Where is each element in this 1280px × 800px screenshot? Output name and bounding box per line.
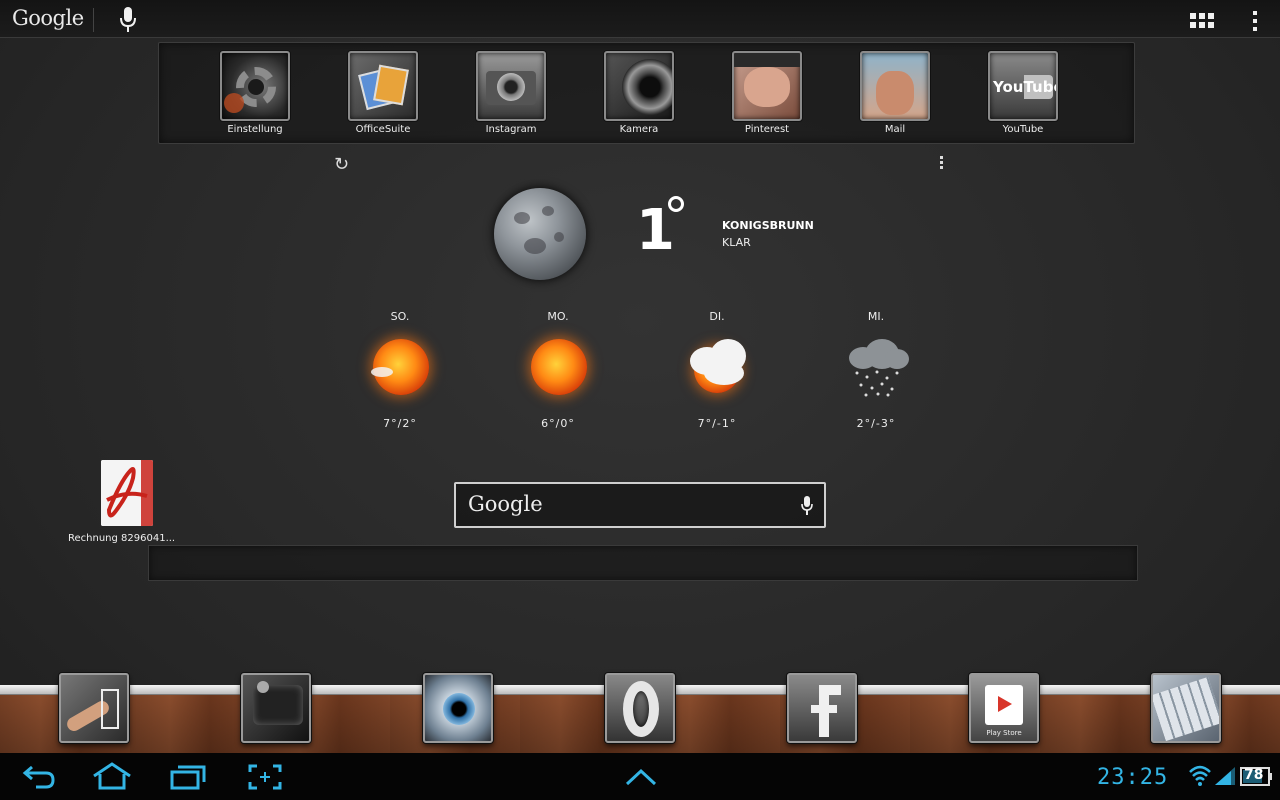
- app-instagram[interactable]: Instagram: [463, 51, 559, 135]
- snow-cloud-icon: [843, 333, 909, 399]
- opera-icon[interactable]: [605, 673, 675, 743]
- app-officesuite[interactable]: OfficeSuite: [335, 51, 431, 135]
- play-store-label: Play Store: [986, 729, 1022, 737]
- instagram-camera-icon: [476, 51, 546, 121]
- top-bar: Google: [0, 0, 1280, 38]
- forecast-day-name: MO.: [547, 310, 569, 323]
- home-icon[interactable]: [91, 762, 133, 790]
- google-search-widget[interactable]: Google: [454, 482, 826, 528]
- play-store-icon[interactable]: Play Store: [969, 673, 1039, 743]
- forecast-day: SO. 7°/2°: [350, 310, 450, 430]
- degree-symbol-icon: [668, 196, 684, 212]
- app-label: YouTube: [1002, 124, 1044, 135]
- app-mail[interactable]: Mail: [847, 51, 943, 135]
- signal-strength-icon: [1215, 767, 1235, 785]
- app-label: Pinterest: [744, 124, 790, 135]
- forecast-range: 6°/0°: [541, 417, 575, 430]
- app-label: Mail: [884, 124, 906, 135]
- camera-lens-icon: [604, 51, 674, 121]
- youtube-icon: YouTube: [988, 51, 1058, 121]
- app-label: OfficeSuite: [355, 124, 411, 135]
- sunny-partly-cloudy-icon: [367, 333, 433, 399]
- pinterest-icon: [732, 51, 802, 121]
- weather-condition: KLAR: [722, 236, 751, 249]
- search-brand: Google: [468, 492, 543, 516]
- app-youtube[interactable]: YouTube YouTube: [975, 51, 1071, 135]
- app-label: Instagram: [485, 124, 537, 135]
- youtube-logo: YouTube: [993, 75, 1056, 99]
- empty-widget-panel: [148, 545, 1138, 581]
- overflow-menu-icon[interactable]: [1248, 10, 1262, 32]
- forecast-range: 7°/2°: [383, 417, 417, 430]
- forecast-day-name: MI.: [867, 310, 885, 323]
- touch-app-icon[interactable]: [59, 673, 129, 743]
- weather-city: KONIGSBRUNN: [722, 219, 814, 232]
- moon-icon: [494, 188, 586, 280]
- voice-search-icon[interactable]: [800, 495, 814, 517]
- forecast-range: 7°/-1°: [697, 417, 737, 430]
- eye-icon[interactable]: [423, 673, 493, 743]
- weather-menu-icon[interactable]: [938, 155, 946, 171]
- app-label: Kamera: [619, 124, 659, 135]
- status-clock[interactable]: 23:25: [1097, 765, 1168, 790]
- pdf-document-icon[interactable]: [101, 460, 153, 526]
- desktop-file-label[interactable]: Rechnung 8296041...: [68, 533, 192, 544]
- divider: [93, 8, 94, 32]
- forecast-day: MI. 2°/-3°: [826, 310, 926, 430]
- app-pinterest[interactable]: Pinterest: [719, 51, 815, 135]
- settings-gears-icon: [220, 51, 290, 121]
- chevron-up-icon[interactable]: [624, 767, 658, 787]
- recent-apps-icon[interactable]: [170, 764, 206, 790]
- battery-level: 78: [1244, 767, 1264, 783]
- app-einstellung[interactable]: Einstellung: [207, 51, 303, 135]
- system-nav-bar: [0, 753, 1280, 800]
- app-shelf: Einstellung OfficeSuite Instagram Kamera…: [158, 42, 1135, 144]
- screenshot-icon[interactable]: [248, 764, 282, 790]
- wifi-icon: [1189, 765, 1211, 786]
- forecast-day-name: DI.: [709, 310, 725, 323]
- forecast-day: DI. 7°/-1°: [667, 310, 767, 430]
- mail-icon: [860, 51, 930, 121]
- refresh-icon[interactable]: ↻: [334, 154, 352, 175]
- dark-device-icon[interactable]: [241, 673, 311, 743]
- app-label: Einstellung: [227, 124, 283, 135]
- app-kamera[interactable]: Kamera: [591, 51, 687, 135]
- facebook-icon[interactable]: [787, 673, 857, 743]
- microphone-icon[interactable]: [118, 6, 138, 34]
- keyboard-icon[interactable]: [1151, 673, 1221, 743]
- back-icon[interactable]: [22, 764, 56, 790]
- all-apps-grid-icon[interactable]: [1189, 12, 1215, 30]
- sunny-icon: [525, 333, 591, 399]
- officesuite-icon: [348, 51, 418, 121]
- forecast-day-name: SO.: [390, 310, 410, 323]
- google-search-logo[interactable]: Google: [12, 6, 84, 30]
- forecast-range: 2°/-3°: [856, 417, 896, 430]
- cloudy-sun-icon: [684, 333, 750, 399]
- forecast-day: MO. 6°/0°: [508, 310, 608, 430]
